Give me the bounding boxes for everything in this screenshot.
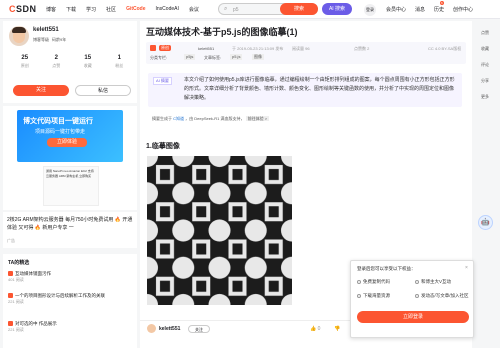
message-button[interactable]: 私信 — [75, 85, 131, 96]
profile-stats: 25 原创 2 点赞 15 收藏 1 粉丝 — [9, 55, 135, 69]
text-ad-body: 2核2G ARM架构云服务器 每月750小时免费试用 🔥 开通体验 又可得 🔥 … — [7, 217, 133, 231]
ad-label: 广告 — [7, 238, 15, 243]
featured-list: TA的精选 互动媒体镜面污作 401 阅读 一个的项目图形设计与后续解析工作及的… — [3, 254, 137, 348]
list-item[interactable]: 互动媒体镜面污作 401 阅读 — [8, 270, 134, 283]
summary-source: 摘要生成于 C知道 ，由 DeepSeek-R1 满血版支持， 前往体验 > — [152, 116, 270, 121]
blog-level-label: 博客等级 — [33, 37, 49, 42]
meta-author[interactable]: kelett551 — [198, 46, 214, 51]
benefit-copy-code: 免费复制代码 — [357, 279, 390, 285]
login-benefits-popup: 登录后您可以享受以下权益： × 免费复制代码 和博主大V互动 下载海量资源 发动… — [350, 260, 474, 338]
nav-inscode[interactable]: InsCodeAI — [156, 6, 179, 13]
product-ad-text: 通用 NanoPi neo Amazon EC2 支持 云服务器 ARM 架构主… — [46, 169, 94, 178]
meta-tags-label: 文章标签: — [204, 55, 222, 60]
benefit-post: 发动态/写文章/加入社区 — [415, 293, 469, 299]
search-icon: ⌕ — [224, 6, 228, 12]
pattern-image — [147, 156, 292, 305]
code-age-label: 码龄9年 — [52, 37, 67, 42]
meta-likes: 点赞数 2 — [354, 46, 370, 51]
benefit-download: 下载海量资源 — [357, 293, 390, 299]
article-icon — [8, 271, 13, 277]
check-icon — [415, 293, 419, 298]
nav-community[interactable]: 社区 — [106, 6, 116, 13]
stat-original[interactable]: 25 原创 — [9, 55, 41, 69]
stat-favorites[interactable]: 15 收藏 — [72, 55, 104, 69]
right-nav: 会员中心 消息 历史 创作中心 — [386, 6, 482, 13]
promo-headline: 博文代码项目一键运行 — [23, 118, 93, 125]
toolbar-share[interactable]: 分享 — [474, 78, 496, 84]
section-heading: 1.临摹图像 — [146, 143, 180, 150]
nav-learn[interactable]: 学习 — [86, 6, 96, 13]
csdn-ai-link[interactable]: C知道 — [173, 116, 184, 121]
check-icon — [357, 279, 361, 284]
csdn-logo[interactable]: CSDN — [9, 4, 37, 14]
author-bar-avatar[interactable] — [147, 324, 156, 333]
text-ad[interactable]: 2核2G ARM架构云服务器 每月750小时免费试用 🔥 开通体验 又可得 🔥 … — [3, 212, 137, 248]
top-navigation-bar: CSDN 博客 下载 学习 社区 GitCode InsCodeAI 会议 ⌕ … — [0, 0, 500, 19]
assistant-robot-icon[interactable]: 🤖 — [478, 215, 493, 230]
tag-p5js[interactable]: p5.js — [230, 54, 243, 60]
promo-cta[interactable]: 立即体验 — [47, 138, 87, 147]
login-button[interactable]: 登录 — [364, 4, 376, 16]
column-tag[interactable]: p5js — [184, 54, 196, 60]
avatar[interactable] — [9, 26, 29, 46]
author-bar-name[interactable]: kelett551 — [159, 326, 180, 332]
toolbar-favorite[interactable]: 收藏 — [474, 46, 496, 52]
meta-date: 于 2019-05-23 21:13:09 发布 — [232, 46, 284, 51]
article-meta: 原创 kelett551 于 2019-05-23 21:13:09 发布 阅读… — [146, 42, 466, 64]
original-icon — [150, 45, 156, 51]
nav-download[interactable]: 下载 — [66, 6, 76, 13]
toolbar-comment[interactable]: 评论 — [474, 62, 496, 68]
popup-login-button[interactable]: 立即登录 — [357, 311, 469, 323]
ai-summary-tag: AI 摘要 — [153, 77, 172, 85]
nav-vip[interactable]: 会员中心 — [386, 6, 406, 13]
check-icon — [357, 293, 361, 298]
product-ad[interactable]: 通用 NanoPi neo Amazon EC2 支持 云服务器 ARM 架构主… — [43, 166, 99, 206]
ai-summary: AI 摘要 本文介绍了如何使用p5.js库进行图像临摹，通过编程绘制一个由矩形排… — [148, 73, 462, 107]
follow-button[interactable]: 关注 — [13, 85, 69, 96]
main-nav: 博客 下载 学习 社区 GitCode InsCodeAI 会议 — [46, 6, 209, 13]
like-button[interactable]: 👍 0 — [310, 326, 320, 332]
toolbar-more[interactable]: 更多 — [474, 94, 496, 100]
benefit-interact: 和博主大V互动 — [415, 279, 451, 285]
nav-gitcode[interactable]: GitCode — [126, 6, 145, 13]
search-placeholder: p5 — [233, 7, 239, 13]
nav-creator[interactable]: 创作中心 — [453, 6, 473, 13]
article-title: 互动媒体技术-基于p5.js的图像临摹(1) — [146, 27, 298, 37]
stat-fans[interactable]: 1 粉丝 — [104, 55, 136, 69]
ai-search-button[interactable]: AI 搜索 — [322, 3, 352, 15]
close-icon[interactable]: × — [465, 265, 468, 271]
profile-level: 博客等级 码龄9年 — [33, 37, 66, 43]
meta-column-label: 分类专栏: — [150, 55, 168, 60]
profile-username[interactable]: kelett551 — [33, 27, 59, 33]
nav-meeting[interactable]: 会议 — [189, 6, 199, 13]
check-icon — [415, 279, 419, 284]
nav-history[interactable]: 历史 — [434, 6, 444, 13]
author-bar-follow[interactable]: 关注 — [188, 325, 210, 333]
list-item[interactable]: 一个的项目图形设计与后续解析工作及的关联 221 阅读 — [8, 292, 134, 305]
stat-likes[interactable]: 2 点赞 — [41, 55, 73, 69]
original-badge: 原创 — [159, 45, 171, 51]
featured-list-heading: TA的精选 — [8, 260, 30, 266]
message-count-badge: 6 — [440, 1, 444, 5]
try-it-link[interactable]: 前往体验 > — [245, 116, 270, 121]
nav-blog[interactable]: 博客 — [46, 6, 56, 13]
article-icon — [8, 321, 13, 327]
meta-reads: 阅读量 96 — [292, 46, 310, 51]
nav-messages[interactable]: 消息 — [415, 6, 425, 13]
search-button[interactable]: 搜索 — [280, 3, 318, 15]
popup-header: 登录后您可以享受以下权益： — [357, 266, 416, 271]
right-toolbar: 点赞 收藏 评论 分享 更多 — [474, 30, 496, 110]
dislike-button[interactable]: 👎 — [334, 326, 340, 332]
author-profile-card: kelett551 博客等级 码龄9年 25 原创 2 点赞 15 收藏 1 粉丝 关注… — [3, 21, 137, 103]
list-item[interactable]: 对可选的中 作品展示 221 阅读 — [8, 320, 134, 333]
promo-subtitle: 项目源码一键打包带走 — [35, 129, 86, 135]
toolbar-like[interactable]: 点赞 — [474, 30, 496, 36]
promo-image: 博文代码项目一键运行 项目源码一键打包带走 立即体验 — [17, 110, 123, 162]
ai-summary-text: 本文介绍了如何使用p5.js库进行图像临摹，通过编程绘制一个由矩形排列组成的图案… — [184, 77, 455, 101]
meta-license[interactable]: CC 4.0 BY-SA版权 — [428, 46, 461, 52]
promo-banner[interactable]: 博文代码项目一键运行 项目源码一键打包带走 立即体验 通用 NanoPi neo… — [3, 106, 137, 210]
article-icon — [8, 293, 13, 299]
tag-image[interactable]: 图像 — [252, 54, 264, 60]
